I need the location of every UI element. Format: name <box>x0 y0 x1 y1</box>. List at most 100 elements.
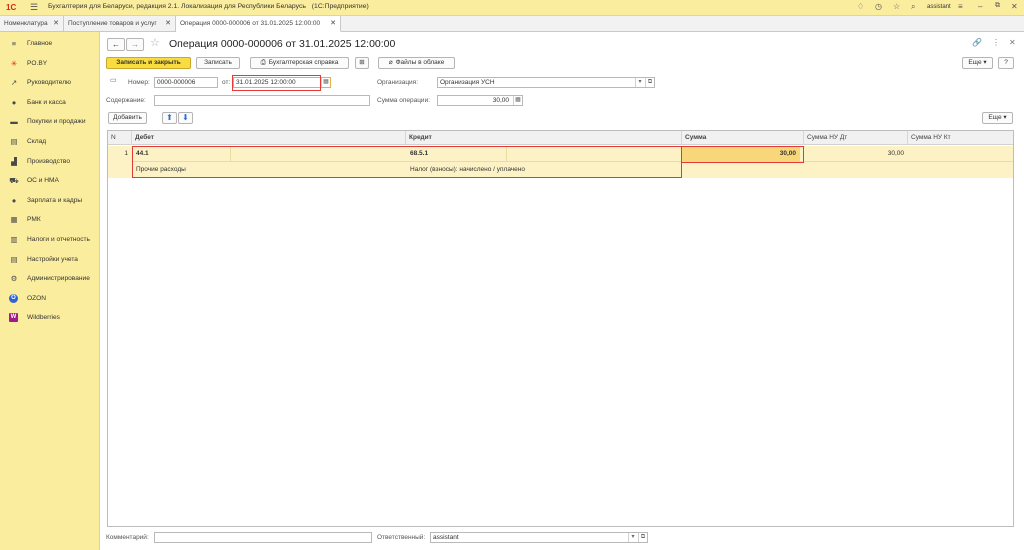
sidebar-item-admin[interactable]: ⚙ Администрирование <box>0 269 100 289</box>
header-sum-nu-kt[interactable]: Сумма НУ Кт <box>908 131 1013 145</box>
search-icon[interactable]: ⌕ <box>911 2 915 12</box>
sidebar-item-label: Главное <box>27 40 53 47</box>
sidebar-item-label: OZON <box>27 294 47 302</box>
tab-nomenclature[interactable]: Номенклатура ✕ <box>0 16 64 32</box>
star-icon[interactable]: ☆ <box>893 2 900 11</box>
poby-icon: ✳ <box>10 58 18 68</box>
sum-cell[interactable]: 30,00 <box>682 147 800 161</box>
calendar-icon[interactable]: ▦ <box>321 78 330 87</box>
organization-field[interactable]: Организация УСН ▾ ⧉ <box>437 77 655 88</box>
debit-account[interactable]: 44.1 <box>136 147 149 161</box>
add-row-button[interactable]: Добавить <box>108 112 147 124</box>
structure-icon-button[interactable]: ⊞ <box>355 57 369 69</box>
close-icon[interactable]: ✕ <box>53 16 59 31</box>
menu-icon[interactable]: ☰ <box>30 2 38 13</box>
close-icon[interactable]: ✕ <box>165 16 171 31</box>
sidebar-item-label: Склад <box>27 138 47 145</box>
sidebar-item-wildberries[interactable]: W Wildberries <box>0 308 100 328</box>
more-vert-icon[interactable]: ⋮ <box>992 38 1000 47</box>
organization-value: Организация УСН <box>440 79 495 86</box>
paperclip-icon: ⌀ <box>388 59 393 66</box>
content-field[interactable] <box>154 95 370 106</box>
sidebar-item-warehouse[interactable]: ▤ Склад <box>0 132 100 152</box>
header-n[interactable]: N <box>108 131 132 145</box>
dropdown-icon[interactable]: ▾ <box>635 78 644 87</box>
sidebar-item-assets[interactable]: ⛟ ОС и НМА <box>0 171 100 191</box>
sidebar-item-rmk[interactable]: ▦ РМК <box>0 210 100 230</box>
open-link-icon[interactable]: ⧉ <box>645 78 654 87</box>
dropdown-icon[interactable]: ▾ <box>628 533 637 542</box>
sidebar-item-taxes[interactable]: ▥ Налоги и отчетность <box>0 230 100 250</box>
date-field[interactable]: 31.01.2025 12:00:00 ▦ <box>233 77 331 88</box>
save-close-button[interactable]: Записать и закрыть <box>106 57 191 69</box>
truck-icon: ⛟ <box>9 176 19 186</box>
minimize-icon[interactable]: – <box>978 2 982 11</box>
restore-icon[interactable]: ⧉ <box>995 2 1000 10</box>
date-value: 31.01.2025 12:00:00 <box>236 79 296 86</box>
help-button[interactable]: ? <box>998 57 1014 69</box>
credit-subaccount[interactable]: Налог (взносы): начислено / уплачено <box>410 163 525 177</box>
settings-menu-icon[interactable]: ≡ <box>958 2 963 11</box>
table-row[interactable]: 1 44.1 Прочие расходы 68.5.1 Налог (взно… <box>108 146 1013 178</box>
tab-label: Номенклатура <box>4 20 48 27</box>
sidebar-item-label: Администрирование <box>27 275 90 283</box>
table-more-button[interactable]: Еще ▾ <box>982 112 1013 124</box>
sidebar-item-salary[interactable]: ● Зарплата и кадры <box>0 191 100 211</box>
date-label: от: <box>222 79 231 86</box>
comment-field[interactable] <box>154 532 372 543</box>
close-icon[interactable]: ✕ <box>1011 2 1018 11</box>
header-credit[interactable]: Кредит <box>406 131 682 145</box>
sidebar-item-main[interactable]: ≡ Главное <box>0 34 100 54</box>
header-sum-nu-dt[interactable]: Сумма НУ Дт <box>804 131 908 145</box>
calculator-icon[interactable]: ▦ <box>513 96 522 105</box>
sidebar-item-label: Производство <box>27 157 70 165</box>
sidebar-item-label: Покупки и продажи <box>27 118 86 126</box>
sidebar-item-bank[interactable]: ● Банк и касса <box>0 93 100 113</box>
forward-button[interactable]: → <box>126 38 144 51</box>
table-header: N Дебет Кредит Сумма Сумма НУ Дт Сумма Н… <box>108 131 1013 145</box>
sidebar-item-production[interactable]: ▟ Производство <box>0 152 100 172</box>
save-button[interactable]: Записать <box>196 57 240 69</box>
bell-icon[interactable]: ♢ <box>857 2 864 11</box>
user-name[interactable]: assistant <box>927 4 951 10</box>
sum-nu-dt-cell[interactable]: 30,00 <box>804 147 904 161</box>
link-icon[interactable]: 🔗 <box>972 38 982 47</box>
cloud-files-label: Файлы в облаке <box>395 59 445 66</box>
sidebar-item-label: Зарплата и кадры <box>27 196 83 204</box>
sidebar-item-manager[interactable]: ↗ Руководителю <box>0 73 100 93</box>
ozon-icon: O <box>9 293 18 303</box>
more-button[interactable]: Еще ▾ <box>962 57 993 69</box>
open-link-icon[interactable]: ⧉ <box>638 533 647 542</box>
sidebar-item-purchases[interactable]: ▬ Покупки и продажи <box>0 112 100 132</box>
table-more-label: Еще <box>988 114 1002 121</box>
warehouse-icon: ▤ <box>10 137 18 146</box>
credit-account[interactable]: 68.5.1 <box>410 147 428 161</box>
sidebar-item-label: ОС и НМА <box>27 177 59 185</box>
app-subtitle: (1С:Предприятие) <box>311 3 369 10</box>
tab-receipt[interactable]: Поступление товаров и услуг ✕ <box>64 16 176 32</box>
app-logo: 1С <box>6 3 17 12</box>
move-up-button[interactable]: ⬆ <box>162 112 177 124</box>
cloud-files-button[interactable]: ⌀ Файлы в облаке <box>378 57 455 69</box>
debit-subaccount[interactable]: Прочие расходы <box>136 163 186 177</box>
back-button[interactable]: ← <box>107 38 125 51</box>
sidebar-item-ozon[interactable]: O OZON <box>0 289 100 309</box>
report-icon: ▥ <box>10 235 18 244</box>
window-title: Бухгалтерия для Беларуси, редакция 2.1. … <box>48 3 369 10</box>
sidebar-item-accounting-settings[interactable]: ▤ Настройки учета <box>0 250 100 270</box>
close-form-icon[interactable]: ✕ <box>1009 38 1016 47</box>
sidebar-item-label: Руководителю <box>27 79 71 87</box>
header-sum[interactable]: Сумма <box>682 131 804 145</box>
responsible-field[interactable]: assistant ▾ ⧉ <box>430 532 648 543</box>
operation-sum-field[interactable]: 30,00 ▦ <box>437 95 523 106</box>
number-field[interactable]: 0000-000006 <box>154 77 218 88</box>
header-debit[interactable]: Дебет <box>132 131 406 145</box>
sidebar-item-poby[interactable]: ✳ PO.BY <box>0 54 100 74</box>
accounting-reference-label: Бухгалтерская справка <box>268 59 339 66</box>
move-down-button[interactable]: ⬇ <box>178 112 193 124</box>
favorite-star-icon[interactable]: ☆ <box>150 36 160 49</box>
accounting-reference-button[interactable]: ⎙ Бухгалтерская справка <box>250 57 349 69</box>
close-icon[interactable]: ✕ <box>330 16 336 31</box>
history-icon[interactable]: ◷ <box>875 2 882 11</box>
tab-operation[interactable]: Операция 0000-000006 от 31.01.2025 12:00… <box>176 16 341 32</box>
